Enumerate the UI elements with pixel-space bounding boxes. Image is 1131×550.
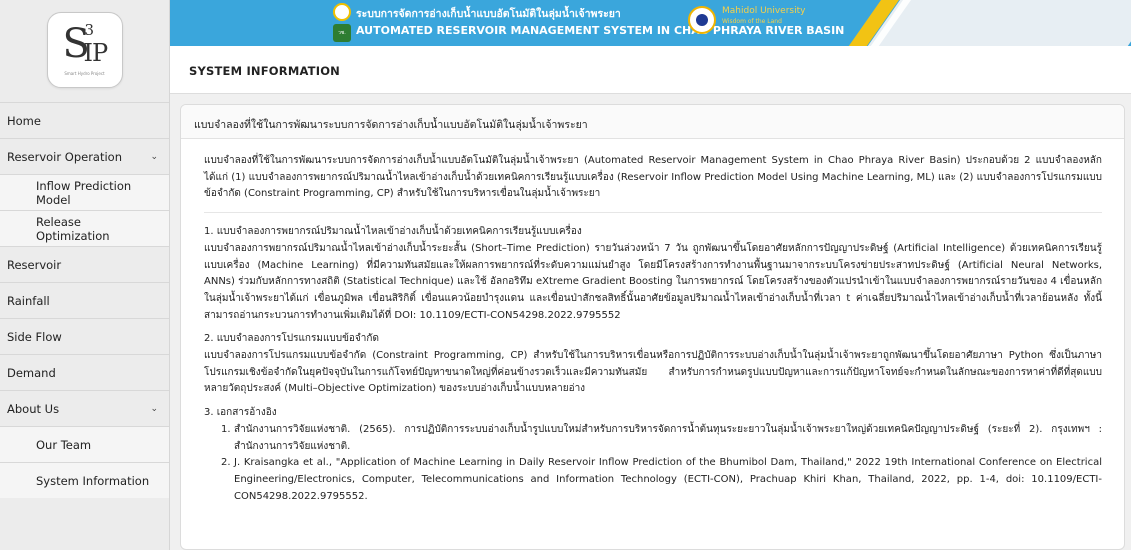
section1-title: 1. แบบจำลองการพยากรณ์ปริมาณน้ำไหลเข้าอ่า…: [204, 226, 582, 238]
nrct-logo-icon: วช.: [333, 24, 351, 42]
sidebar-item-reservoir-operation[interactable]: Reservoir Operation ⌄: [0, 138, 169, 174]
logo-letters-ip: IP: [83, 39, 109, 67]
sidebar-item-label: Rainfall: [7, 293, 50, 308]
sidebar-item-label: Home: [7, 113, 41, 128]
sidebar-item-release-optimization[interactable]: Release Optimization: [0, 210, 169, 246]
section2-body: แบบจำลองการโปรแกรมแบบข้อจำกัด (Constrain…: [204, 350, 1102, 395]
intro-paragraph: แบบจำลองที่ใช้ในการพัฒนาระบบการจัดการอ่า…: [204, 155, 1102, 200]
sidebar-item-our-team[interactable]: Our Team: [0, 426, 169, 462]
sidebar-item-label: Demand: [7, 365, 56, 380]
section1-body: แบบจำลองการพยากรณ์ปริมาณน้ำไหลเข้าอ่างเก…: [204, 242, 1102, 321]
sidebar-item-inflow-prediction-model[interactable]: Inflow Prediction Model: [0, 174, 169, 210]
university-tagline: Wisdom of the Land: [722, 18, 782, 25]
section3-title: 3. เอกสารอ้างอิง: [204, 407, 277, 419]
page-title: SYSTEM INFORMATION: [189, 64, 341, 78]
sidebar-item-label: Side Flow: [7, 329, 62, 344]
sidebar-item-label: About Us: [7, 401, 60, 416]
reference-item: 2. J. Kraisangka et al., "Application of …: [221, 455, 1102, 505]
sidebar-item-demand[interactable]: Demand: [0, 354, 169, 390]
s3ip-logo[interactable]: S 3 IP Smart Hydro Project: [46, 12, 123, 88]
sidebar-nav: Home Reservoir Operation ⌄ Inflow Predictio…: [0, 102, 169, 498]
reference-number: 1.: [221, 423, 231, 435]
sidebar: S 3 IP Smart Hydro Project Home Reservoir…: [0, 0, 170, 550]
sidebar-item-rainfall[interactable]: Rainfall: [0, 282, 169, 318]
card-header: แบบจำลองที่ใช้ในการพัฒนาระบบการจัดการอ่า…: [181, 105, 1124, 139]
sidebar-item-label: Inflow Prediction Model: [36, 178, 132, 207]
divider: [204, 212, 1102, 214]
top-banner: วช. ระบบการจัดการอ่างเก็บน้ำแบบอัตโนมัติ…: [170, 0, 1131, 46]
reference-number: 2.: [221, 457, 231, 469]
sidebar-item-label: Release Optimization: [36, 214, 110, 243]
thai-seal-icon: [333, 3, 351, 21]
banner-light-panel: [867, 0, 1131, 46]
logo-superscript: 3: [84, 21, 95, 39]
chevron-down-icon[interactable]: ⌄: [150, 152, 158, 162]
sidebar-item-label: System Information: [36, 473, 150, 488]
sidebar-item-reservoir[interactable]: Reservoir: [0, 246, 169, 282]
sidebar-item-label: Reservoir Operation: [7, 149, 122, 164]
sidebar-item-system-information[interactable]: System Information: [0, 462, 169, 498]
sidebar-item-label: Reservoir: [7, 257, 62, 272]
nrct-logo-text: วช.: [338, 30, 346, 36]
info-card: แบบจำลองที่ใช้ในการพัฒนาระบบการจัดการอ่า…: [180, 104, 1125, 550]
reference-item: 1. สำนักงานการวิจัยแห่งชาติ. (2565). การป…: [221, 422, 1102, 455]
banner-title-thai: ระบบการจัดการอ่างเก็บน้ำแบบอัตโนมัติในลุ…: [356, 8, 621, 20]
sidebar-item-home[interactable]: Home: [0, 102, 169, 138]
logo-area: S 3 IP Smart Hydro Project: [0, 0, 169, 100]
reference-text: J. Kraisangka et al., "Application of Ma…: [234, 457, 1102, 502]
reference-text: สำนักงานการวิจัยแห่งชาติ. (2565). การปฏิ…: [234, 423, 1102, 452]
mahidol-logo-icon: [688, 6, 716, 34]
logo-tagline: Smart Hydro Project: [64, 71, 105, 76]
page-title-bar: SYSTEM INFORMATION: [170, 46, 1131, 94]
banner-title-english: AUTOMATED RESERVOIR MANAGEMENT SYSTEM IN…: [356, 24, 845, 37]
reference-list: 1. สำนักงานการวิจัยแห่งชาติ. (2565). การป…: [204, 422, 1102, 506]
sidebar-item-side-flow[interactable]: Side Flow: [0, 318, 169, 354]
chevron-down-icon[interactable]: ⌄: [150, 404, 158, 414]
section2-title: 2. แบบจำลองการโปรแกรมแบบข้อจำกัด: [204, 333, 379, 345]
sidebar-item-about-us[interactable]: About Us ⌄: [0, 390, 169, 426]
mahidol-logo-core: [696, 14, 708, 26]
university-name: Mahidol University: [722, 6, 806, 16]
card-body: แบบจำลองที่ใช้ในการพัฒนาระบบการจัดการอ่า…: [181, 139, 1124, 505]
sidebar-item-label: Our Team: [36, 437, 92, 452]
